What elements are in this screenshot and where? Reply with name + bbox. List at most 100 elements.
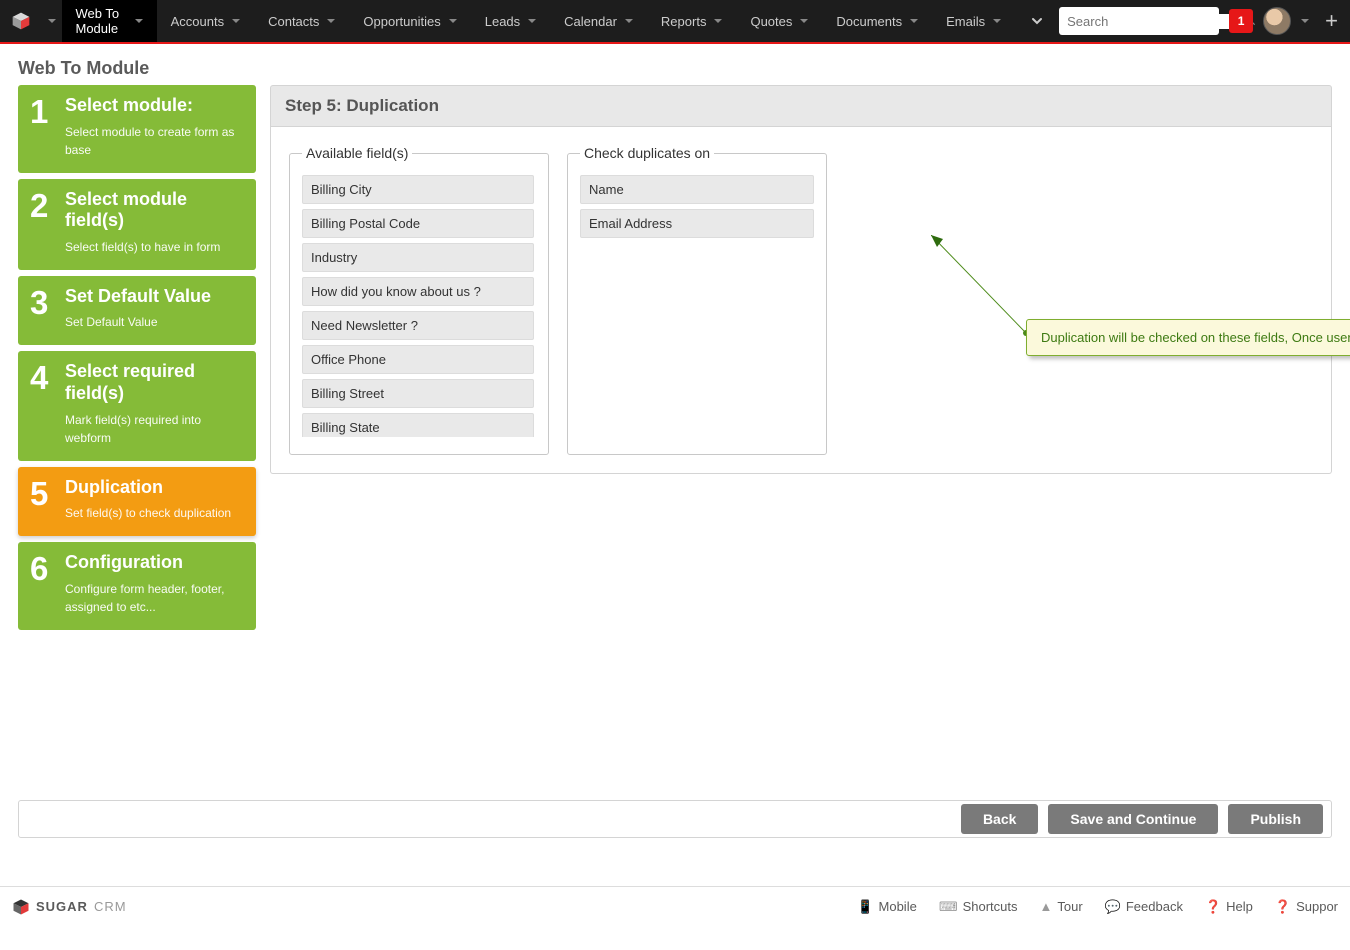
global-search[interactable] xyxy=(1059,7,1219,35)
step-description: Select field(s) to have in form xyxy=(65,238,244,256)
nav-tab-reports[interactable]: Reports xyxy=(647,0,737,42)
step-description: Set Default Value xyxy=(65,313,211,331)
page-footer: SUGARCRM 📱 Mobile ⌨ Shortcuts ▲Tour 💬Feedback… xyxy=(0,886,1350,926)
nav-tab-label: Opportunities xyxy=(363,14,440,29)
brand-sub: CRM xyxy=(94,899,127,914)
step-title: Select module: xyxy=(65,95,244,117)
wizard-button-bar: Back Save and Continue Publish xyxy=(18,800,1332,838)
duplicate-field-item[interactable]: Email Address xyxy=(580,209,814,238)
footer-link-feedback[interactable]: 💬Feedback xyxy=(1105,899,1183,915)
available-fields-panel: Available field(s) Billing City Billing P… xyxy=(289,145,549,455)
available-field-item[interactable]: Billing Street xyxy=(302,379,534,408)
footer-link-suppor[interactable]: ❓ Suppor xyxy=(1275,899,1338,915)
nav-tab-emails[interactable]: Emails xyxy=(932,0,1015,42)
nav-tab-accounts[interactable]: Accounts xyxy=(157,0,254,42)
main-panel: Step 5: Duplication Available field(s) B… xyxy=(270,85,1332,630)
nav-tab-label: Contacts xyxy=(268,14,319,29)
back-button[interactable]: Back xyxy=(961,804,1038,834)
step-title: Configuration xyxy=(65,552,244,574)
step-number: 6 xyxy=(30,552,60,616)
cube-icon xyxy=(12,898,30,916)
notification-badge[interactable]: 1 xyxy=(1229,9,1253,33)
chevron-down-icon xyxy=(800,19,808,23)
chevron-down-icon xyxy=(327,19,335,23)
wizard-step-6[interactable]: 6Configuration Configure form header, foo… xyxy=(18,542,256,630)
nav-tab-leads[interactable]: Leads xyxy=(471,0,550,42)
footer-link-label: Suppor xyxy=(1296,899,1338,914)
available-field-item[interactable]: How did you know about us ? xyxy=(302,277,534,306)
step-number: 1 xyxy=(30,95,60,159)
footer-logo[interactable]: SUGARCRM xyxy=(12,898,127,916)
available-field-item[interactable]: Need Newsletter ? xyxy=(302,311,534,340)
footer-link-label: Shortcuts xyxy=(963,899,1018,914)
footer-link-icon: ❓ xyxy=(1275,899,1291,915)
chevron-down-icon xyxy=(232,19,240,23)
wizard-step-5[interactable]: 5DuplicationSet field(s) to check duplic… xyxy=(18,467,256,537)
nav-tab-contacts[interactable]: Contacts xyxy=(254,0,349,42)
nav-tab-opportunities[interactable]: Opportunities xyxy=(349,0,470,42)
footer-link-help[interactable]: ❓ Help xyxy=(1205,899,1253,915)
step-description: Select module to create form as base xyxy=(65,123,244,159)
footer-links: 📱 Mobile ⌨ Shortcuts ▲Tour 💬Feedback ❓ Help ❓ Sup… xyxy=(857,899,1338,915)
search-input[interactable] xyxy=(1067,14,1243,29)
user-avatar[interactable] xyxy=(1263,7,1291,35)
available-field-item[interactable]: Billing State xyxy=(302,413,534,437)
nav-more-dropdown[interactable] xyxy=(1015,0,1059,42)
available-field-item[interactable]: Industry xyxy=(302,243,534,272)
chevron-down-icon xyxy=(625,19,633,23)
footer-link-icon: ⌨ xyxy=(939,899,958,915)
footer-link-icon: ❓ xyxy=(1205,899,1221,915)
step-title: Set Default Value xyxy=(65,286,211,308)
nav-tab-label: Accounts xyxy=(171,14,224,29)
available-fields-legend: Available field(s) xyxy=(302,145,412,161)
step-number: 4 xyxy=(30,361,60,446)
footer-link-tour[interactable]: ▲Tour xyxy=(1040,899,1083,915)
nav-tab-web-to-module[interactable]: Web To Module xyxy=(62,0,157,42)
publish-button[interactable]: Publish xyxy=(1228,804,1323,834)
step-description: Configure form header, footer, assigned … xyxy=(65,580,244,616)
page-title: Web To Module xyxy=(0,44,1350,85)
avatar-dropdown[interactable] xyxy=(1301,19,1309,23)
nav-tab-quotes[interactable]: Quotes xyxy=(736,0,822,42)
available-field-item[interactable]: Billing Postal Code xyxy=(302,209,534,238)
wizard-steps-sidebar: 1Select module: Select module to create f… xyxy=(18,85,256,630)
step-description: Mark field(s) required into webform xyxy=(65,411,244,447)
step-title: Select module field(s) xyxy=(65,189,244,232)
available-field-item[interactable]: Billing City xyxy=(302,175,534,204)
logo-dropdown[interactable] xyxy=(42,0,61,42)
footer-link-shortcuts[interactable]: ⌨ Shortcuts xyxy=(939,899,1018,915)
app-logo[interactable] xyxy=(0,0,42,42)
duplicate-fields-panel: Check duplicates on NameEmail Address xyxy=(567,145,827,455)
chevron-down-icon xyxy=(714,19,722,23)
footer-link-label: Mobile xyxy=(879,899,917,914)
footer-link-mobile[interactable]: 📱 Mobile xyxy=(857,899,916,915)
step-number: 5 xyxy=(30,477,60,523)
wizard-step-1[interactable]: 1Select module: Select module to create f… xyxy=(18,85,256,173)
chevron-down-icon xyxy=(910,19,918,23)
step-number: 3 xyxy=(30,286,60,332)
duplicate-fields-list[interactable]: Name Email Address xyxy=(580,175,814,238)
footer-link-label: Help xyxy=(1226,899,1253,914)
step-header: Step 5: Duplication xyxy=(270,85,1332,127)
top-navbar: Web To Module Accounts Contacts Opportuniti… xyxy=(0,0,1350,44)
nav-tab-label: Calendar xyxy=(564,14,617,29)
footer-link-icon: 📱 xyxy=(857,899,873,915)
quick-create-button[interactable]: + xyxy=(1319,8,1344,34)
nav-tab-label: Web To Module xyxy=(76,6,127,36)
wizard-step-2[interactable]: 2Select module field(s) Select field(s) t… xyxy=(18,179,256,270)
available-field-item[interactable]: Office Phone xyxy=(302,345,534,374)
nav-tab-documents[interactable]: Documents xyxy=(822,0,932,42)
chevron-down-icon xyxy=(135,19,143,23)
footer-link-icon: 💬 xyxy=(1105,899,1121,915)
available-fields-list[interactable]: Billing City Billing Postal Code Industry H… xyxy=(302,175,536,437)
callout-tooltip: Duplication will be checked on these fie… xyxy=(1026,319,1350,356)
wizard-step-3[interactable]: 3Set Default ValueSet Default Value xyxy=(18,276,256,346)
nav-tabs: Web To Module Accounts Contacts Opportuniti… xyxy=(62,0,1016,42)
nav-tab-calendar[interactable]: Calendar xyxy=(550,0,647,42)
duplicate-field-item[interactable]: Name xyxy=(580,175,814,204)
chevron-down-icon xyxy=(1029,13,1045,29)
wizard-step-4[interactable]: 4Select required field(s)Mark field(s) r… xyxy=(18,351,256,460)
nav-tab-label: Leads xyxy=(485,14,520,29)
save-continue-button[interactable]: Save and Continue xyxy=(1048,804,1218,834)
step-number: 2 xyxy=(30,189,60,256)
